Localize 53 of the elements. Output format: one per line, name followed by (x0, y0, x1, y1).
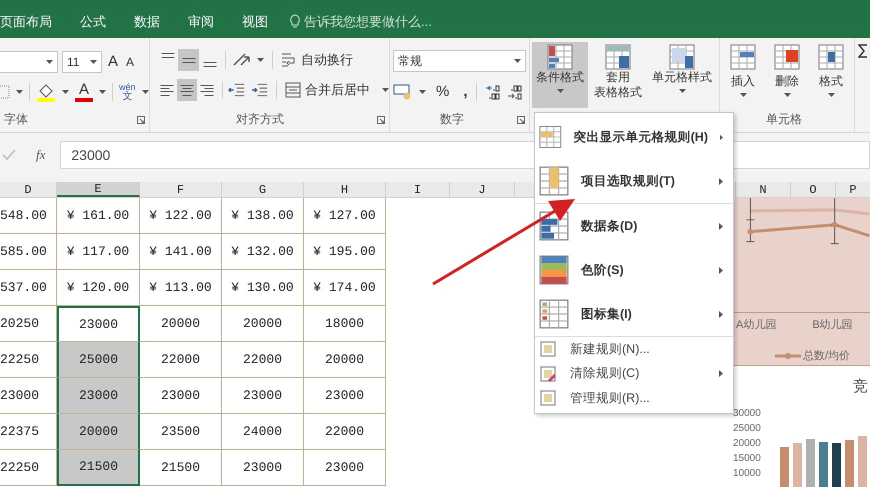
table-cell: 548.00 (0, 198, 57, 234)
table-cell: 585.00 (0, 234, 57, 270)
table-cell: 23000 (304, 378, 386, 414)
table-cell: 22000 (222, 342, 304, 378)
table-cell: 20000 (140, 306, 222, 342)
table-cell: 23000 (0, 378, 57, 414)
group-label: 数字 (440, 111, 464, 128)
table-cell: ¥ 195.00 (304, 234, 386, 270)
axis-tick-label: 15000 (733, 452, 761, 466)
table-cell: 22375 (0, 414, 57, 450)
table-cell: 537.00 (0, 270, 57, 306)
table-cell: 20000 (57, 414, 140, 450)
axis-tick-label: 10000 (733, 467, 761, 481)
table-cell: 22000 (140, 342, 222, 378)
table-cell: 20000 (304, 342, 386, 378)
table-cell: ¥ 120.00 (57, 270, 140, 306)
table-cell: 20000 (222, 306, 304, 342)
table-cell: 23000 (57, 306, 140, 342)
axis-label: B幼儿园 (812, 318, 853, 333)
table-cell: 23000 (140, 378, 222, 414)
table-cell: ¥ 130.00 (222, 270, 304, 306)
legend-label: 总数/均价 (803, 348, 850, 364)
table-cell: 20250 (0, 306, 57, 342)
table-cell: 18000 (304, 306, 386, 342)
table-cell: ¥ 117.00 (57, 234, 140, 270)
table-cell: 23000 (57, 378, 140, 414)
table-cell: 21500 (140, 450, 222, 486)
group-label: 单元格 (766, 111, 803, 128)
group-label: 对齐方式 (236, 111, 284, 128)
table-cell: 23500 (140, 414, 222, 450)
table-cell: 22250 (0, 342, 57, 378)
axis-tick-label: 30000 (733, 407, 761, 421)
axis-label: A幼儿园 (736, 318, 776, 333)
table-cell: 23000 (304, 450, 386, 486)
group-label: 字体 (4, 111, 28, 128)
table-cell: 21500 (57, 450, 140, 486)
chart-title: 竞 (853, 377, 868, 397)
table-cell: ¥ 132.00 (222, 234, 304, 270)
table-cell: ¥ 122.00 (140, 198, 222, 234)
table-cell: 22000 (304, 414, 386, 450)
axis-tick-label: 25000 (733, 422, 761, 436)
table-cell: ¥ 138.00 (222, 198, 304, 234)
table-cell: ¥ 127.00 (304, 198, 386, 234)
table-cell: ¥ 161.00 (57, 198, 140, 234)
table-cell: ¥ 141.00 (140, 234, 222, 270)
axis-tick-label: 20000 (733, 437, 761, 451)
table-cell: ¥ 174.00 (304, 270, 386, 306)
table-cell: 25000 (57, 342, 140, 378)
table-cell: 23000 (222, 378, 304, 414)
table-cell: ¥ 113.00 (140, 270, 222, 306)
table-cell: 24000 (222, 414, 304, 450)
table-cell: 23000 (222, 450, 304, 486)
table-cell: 22250 (0, 450, 57, 486)
